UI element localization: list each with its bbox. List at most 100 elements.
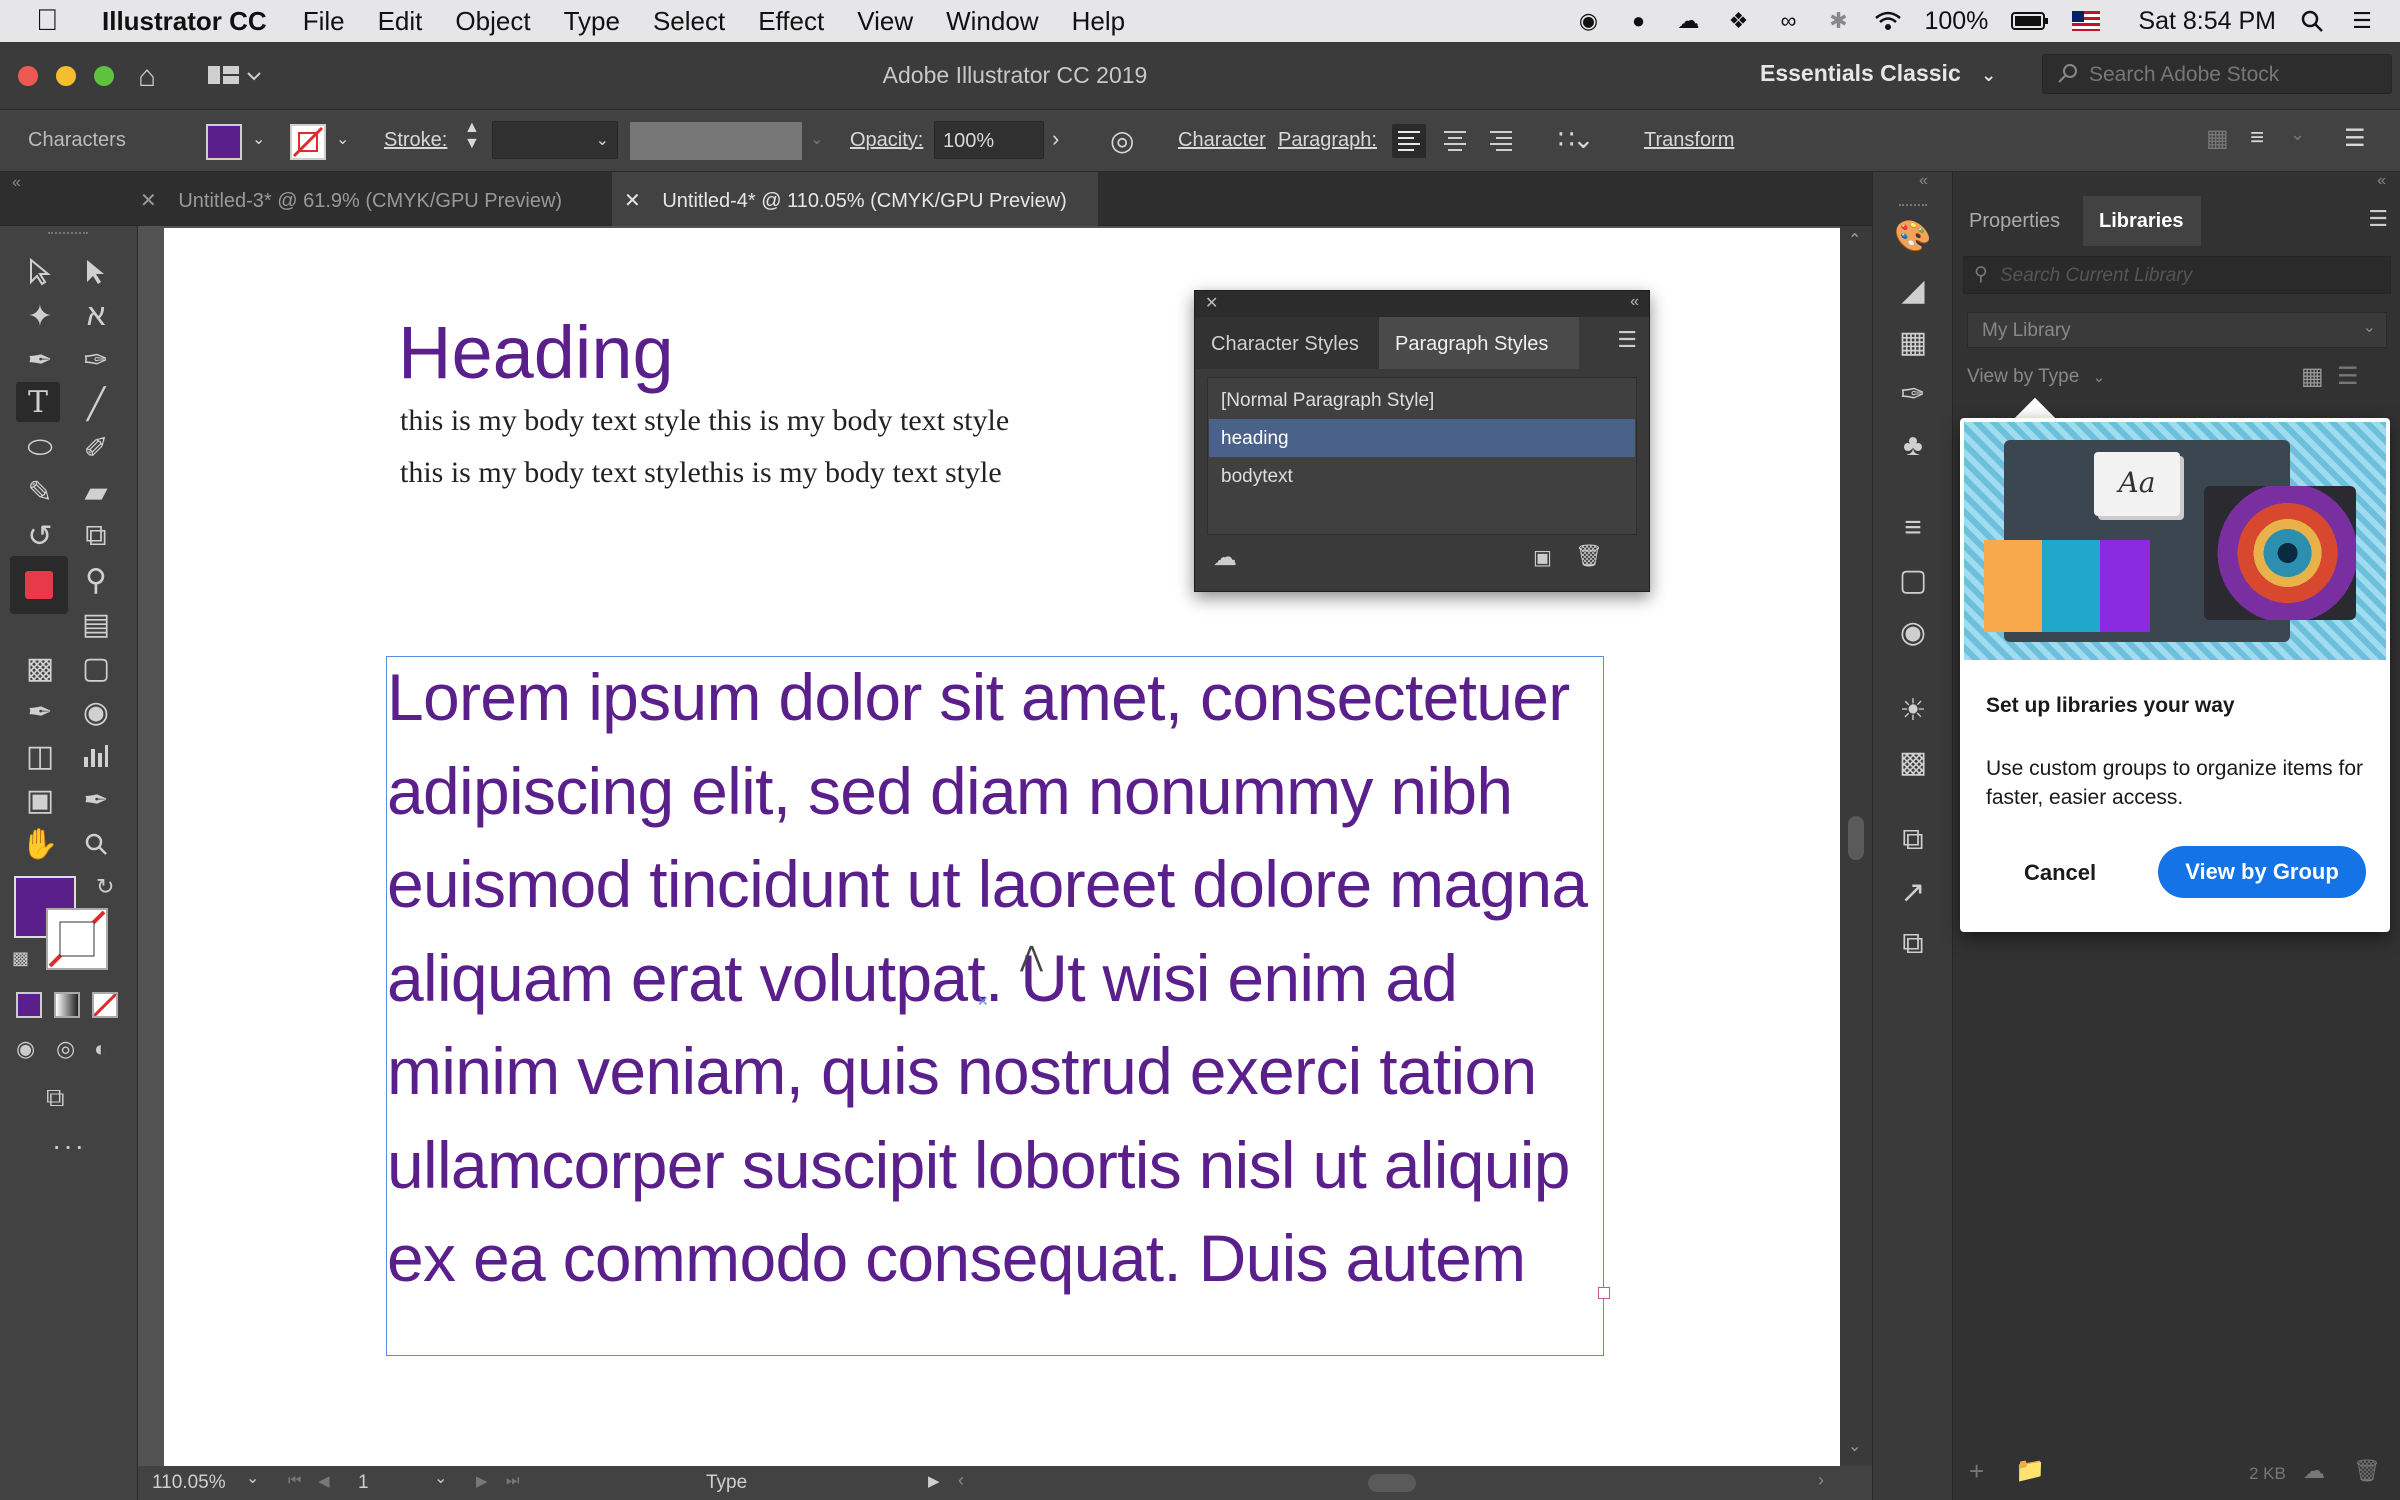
draw-inside-icon[interactable]: ◐ (94, 1036, 107, 1062)
opacity-expand-icon[interactable]: › (1052, 126, 1059, 152)
style-row-bodytext[interactable]: bodytext (1209, 457, 1635, 495)
scroll-right-icon[interactable]: › (1818, 1470, 1824, 1491)
paintbrush-tool-icon[interactable]: ✐ (74, 428, 118, 468)
tab-untitled-4[interactable]: ✕ Untitled-4* @ 110.05% (CMYK/GPU Previe… (612, 172, 1098, 226)
color-themes-icon[interactable]: 🎨 (1887, 216, 1939, 256)
free-transform-tool-icon[interactable]: ▤ (74, 604, 118, 644)
scroll-up-icon[interactable]: ⌃ (1848, 230, 1861, 250)
dropbox-icon[interactable]: ❖ (1724, 7, 1752, 35)
menu-effect[interactable]: Effect (758, 6, 824, 37)
close-panel-icon[interactable]: ✕ (1205, 293, 1218, 313)
color-mode-button[interactable] (16, 992, 42, 1018)
grid-view-icon[interactable]: ▦ (2301, 362, 2324, 391)
puppet-warp-tool-icon[interactable]: ⚲ (74, 560, 118, 600)
new-style-icon[interactable]: ▣ (1533, 545, 1552, 570)
stroke-profile-chevron-icon[interactable]: ⌄ (810, 129, 823, 149)
eraser-tool-icon[interactable]: ▰ (74, 472, 118, 512)
wifi-icon[interactable] (1874, 7, 1902, 35)
isolate-icon[interactable]: ▦ (2206, 124, 2229, 153)
line-segment-tool-icon[interactable]: ╱ (74, 384, 118, 424)
align-left-button[interactable] (1392, 124, 1426, 158)
arrange-icon[interactable]: ≡ (2250, 124, 2264, 152)
screen-mode-icon[interactable]: ⧉ (46, 1082, 65, 1114)
rotate-tool-icon[interactable]: ↺ (18, 516, 62, 556)
curvature-tool-icon[interactable]: ✑ (74, 340, 118, 380)
previous-artboard-icon[interactable]: ◀ (318, 1472, 330, 1490)
artboards-icon[interactable]: ⧉ (1887, 924, 1939, 964)
heading-text[interactable]: Heading (398, 310, 674, 395)
stroke-weight-input[interactable]: ⌄ (492, 121, 618, 159)
creative-cloud-icon[interactable]: ◉ (1574, 7, 1602, 35)
stroke-panel-icon[interactable]: ≡ (1887, 508, 1939, 548)
draw-normal-icon[interactable]: ◉ (16, 1036, 35, 1062)
toolbar-grip[interactable] (48, 232, 88, 238)
shaper-tool-icon[interactable]: ✎ (18, 472, 62, 512)
bluetooth-icon[interactable]: ✱ (1824, 7, 1852, 35)
stroke-dropdown-chevron-icon[interactable]: ⌄ (336, 129, 349, 149)
direct-selection-tool-icon[interactable] (74, 252, 118, 292)
control-bar-menu-icon[interactable]: ☰ (2344, 124, 2366, 153)
ellipse-tool-icon[interactable]: ⬭ (18, 428, 62, 468)
menu-file[interactable]: File (303, 6, 345, 37)
menu-select[interactable]: Select (653, 6, 725, 37)
perspective-grid-tool-icon[interactable]: ▩ (18, 648, 62, 688)
align-objects-icon[interactable]: ∷⌄ (1558, 124, 1594, 155)
artboard-number[interactable]: 1 (358, 1472, 369, 1494)
lasso-tool-icon[interactable]: א (74, 296, 118, 336)
eyedropper-tool-icon[interactable]: ✒ (18, 692, 62, 732)
panel-menu-icon[interactable]: ☰ (1617, 327, 1637, 353)
last-artboard-icon[interactable]: ⏭ (506, 1472, 520, 1489)
magic-wand-tool-icon[interactable]: ✦ (18, 296, 62, 336)
stock-search-input[interactable]: Search Adobe Stock (2042, 54, 2392, 94)
library-selector[interactable]: My Library ⌄ (1967, 312, 2387, 348)
scroll-down-icon[interactable]: ⌄ (1848, 1436, 1861, 1456)
tab-untitled-3[interactable]: ✕ Untitled-3* @ 61.9% (CMYK/GPU Preview) (140, 172, 612, 226)
symbol-sprayer-tool-icon[interactable]: ◫ (18, 736, 62, 776)
tab-libraries[interactable]: Libraries (2083, 196, 2201, 246)
collapse-panel-icon[interactable]: « (2377, 172, 2386, 190)
status-drop-icon[interactable]: ● (1624, 7, 1652, 35)
sync-icon[interactable]: ∞ (1774, 7, 1802, 35)
stroke-color-swatch[interactable] (290, 124, 326, 160)
column-graph-tool-icon[interactable] (74, 736, 118, 776)
menu-app-name[interactable]: Illustrator CC (102, 6, 267, 37)
close-tab-icon[interactable]: ✕ (140, 190, 157, 212)
dock-grip[interactable] (1899, 204, 1927, 206)
scroll-left-icon[interactable]: ‹ (958, 1470, 964, 1491)
cloud-library-icon[interactable]: ☁ (1213, 543, 1237, 572)
slice-tool-icon[interactable]: ✒ (74, 780, 118, 820)
swap-fill-stroke-icon[interactable]: ↻ (96, 874, 114, 900)
selection-tool-icon[interactable] (18, 252, 62, 292)
gradient-mode-button[interactable] (54, 992, 80, 1018)
none-mode-button[interactable] (92, 992, 118, 1018)
view-by-dropdown[interactable]: View by Type ⌄ (1967, 366, 2105, 388)
first-artboard-icon[interactable]: ⏮ (288, 1472, 302, 1489)
status-menu-icon[interactable]: ▶ (928, 1472, 940, 1490)
apple-icon[interactable]:  (36, 4, 88, 38)
pen-tool-icon[interactable]: ✒ (18, 340, 62, 380)
style-row-normal[interactable]: [Normal Paragraph Style] (1209, 381, 1635, 419)
menu-edit[interactable]: Edit (378, 6, 423, 37)
close-tab-icon[interactable]: ✕ (624, 190, 641, 212)
recent-tool-button[interactable] (10, 556, 68, 614)
panel-header[interactable]: ✕ « (1195, 291, 1649, 317)
appearance-icon[interactable]: ☀ (1887, 690, 1939, 730)
stroke-profile-preview[interactable] (630, 122, 802, 160)
layers-icon[interactable]: ⧉ (1887, 820, 1939, 860)
gradient-tool-icon[interactable]: ▢ (74, 648, 118, 688)
graphic-styles-icon[interactable]: ▩ (1887, 742, 1939, 782)
fill-dropdown-chevron-icon[interactable]: ⌄ (252, 129, 265, 149)
transparency-icon[interactable]: ◉ (1887, 612, 1939, 652)
clock[interactable]: Sat 8:54 PM (2138, 7, 2276, 36)
spotlight-search-icon[interactable] (2298, 7, 2326, 35)
popup-cancel-button[interactable]: Cancel (2024, 860, 2096, 886)
cloud-icon[interactable]: ☁ (1674, 7, 1702, 35)
fill-color-swatch[interactable] (206, 124, 242, 160)
library-search-input[interactable]: ⚲ Search Current Library (1963, 256, 2391, 294)
transform-panel-link[interactable]: Transform (1644, 129, 1734, 152)
menu-window[interactable]: Window (946, 6, 1038, 37)
menu-view[interactable]: View (857, 6, 913, 37)
stroke-label[interactable]: Stroke: (384, 129, 447, 152)
symbols-icon[interactable]: ♣ (1887, 426, 1939, 466)
next-artboard-icon[interactable]: ▶ (476, 1472, 488, 1490)
